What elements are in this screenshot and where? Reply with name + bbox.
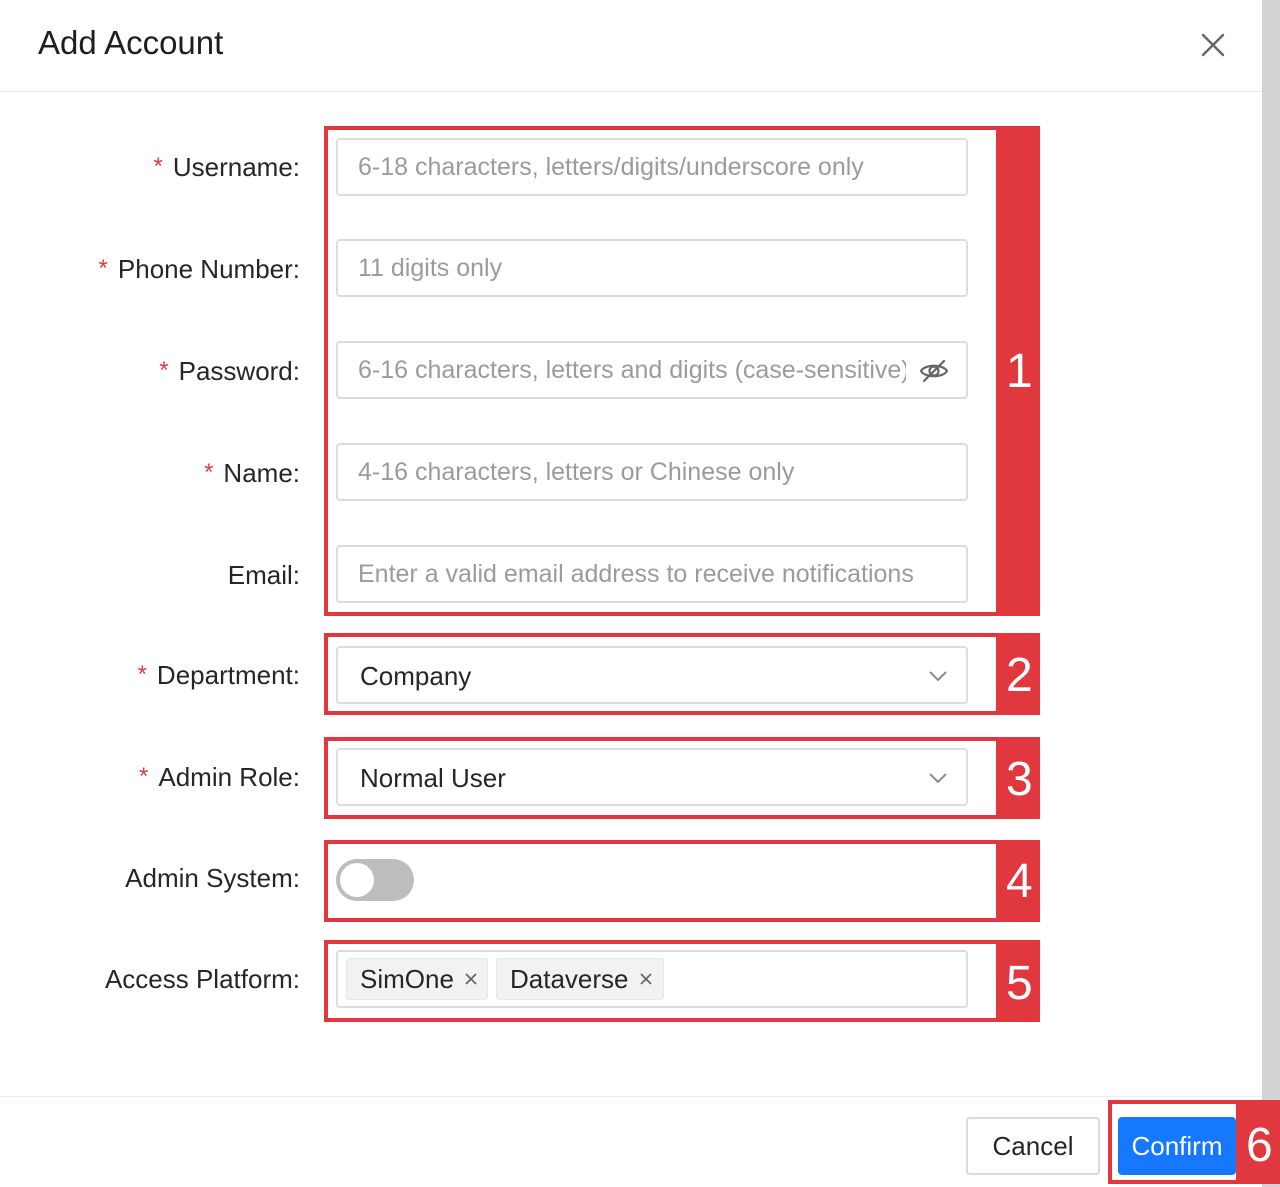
password-input[interactable] [336,341,968,399]
close-icon [465,973,477,985]
email-input[interactable] [336,545,968,603]
admin-role-label: * Admin Role: [139,761,300,795]
name-label-text: Name: [223,458,300,488]
add-account-dialog: Add Account * Username: * Phone Number: * P… [0,0,1262,1187]
platform-tag: SimOne [346,958,488,1000]
required-mark: * [204,459,214,486]
cancel-button[interactable]: Cancel [966,1117,1100,1175]
required-mark: * [137,661,147,688]
required-mark: * [153,153,163,180]
department-value: Company [360,661,472,691]
department-label-text: Department: [156,660,300,690]
remove-tag-button[interactable] [462,970,480,988]
admin-role-select[interactable]: Normal User [336,748,968,806]
password-label-text: Password: [178,356,300,386]
backdrop-strip [1262,0,1280,1187]
access-platform-multiselect[interactable]: SimOne Dataverse [336,950,968,1008]
phone-input[interactable] [336,239,968,297]
department-select[interactable]: Company [336,646,968,704]
footer-divider [0,1096,1262,1097]
username-label-text: Username: [172,152,300,182]
switch-knob [340,863,374,897]
username-label: * Username: [154,151,301,185]
dialog-title: Add Account [38,24,224,61]
chevron-down-icon [926,664,950,688]
email-label: Email: [227,560,300,590]
platform-tag-label: SimOne [360,964,454,994]
admin-role-label-text: Admin Role: [158,762,300,792]
password-label: * Password: [159,355,300,389]
chevron-down-icon [926,766,950,790]
access-platform-label: Access Platform: [104,964,300,994]
platform-tag: Dataverse [496,958,664,1000]
platform-tag-label: Dataverse [510,964,629,994]
required-mark: * [98,255,108,282]
remove-tag-button[interactable] [637,970,655,988]
admin-system-label: Admin System: [125,863,300,893]
username-input[interactable] [336,138,968,196]
admin-system-switch[interactable] [336,859,414,901]
eye-off-icon [919,359,949,383]
required-mark: * [139,763,149,790]
admin-role-value: Normal User [360,763,506,793]
phone-label-text: Phone Number: [117,254,300,284]
dialog-header: Add Account [0,0,1262,92]
name-label: * Name: [204,457,300,491]
close-button[interactable] [1194,26,1232,64]
department-label: * Department: [138,659,300,693]
name-input[interactable] [336,443,968,501]
close-icon [639,973,652,985]
close-icon [1201,33,1225,57]
confirm-button[interactable]: Confirm [1118,1117,1236,1175]
screen: Add Account * Username: * Phone Number: * P… [0,0,1280,1187]
phone-label: * Phone Number: [99,253,300,287]
required-mark: * [159,357,169,384]
password-visibility-toggle[interactable] [918,355,950,387]
